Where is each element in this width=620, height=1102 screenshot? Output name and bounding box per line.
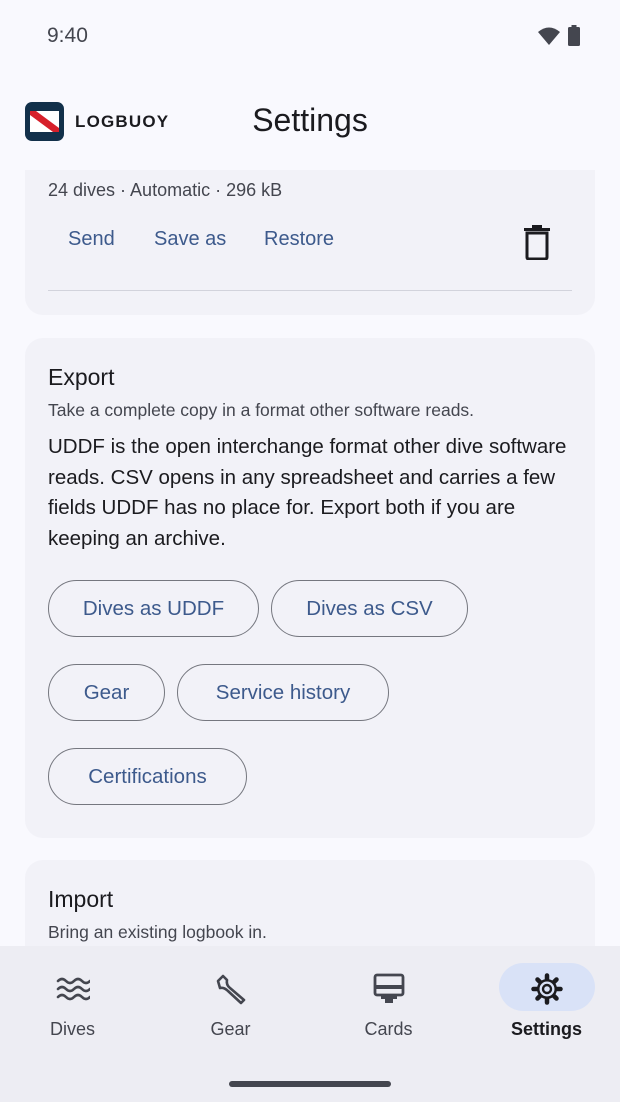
export-card: Export Take a complete copy in a format … — [25, 338, 595, 838]
export-title: Export — [48, 364, 115, 390]
app-bar: LOGBUOY Settings — [0, 72, 620, 170]
save-as-button[interactable]: Save as — [154, 228, 226, 251]
export-service-history-button[interactable]: Service history — [177, 664, 389, 721]
home-indicator[interactable] — [229, 1081, 391, 1087]
card-icon — [372, 972, 406, 1006]
divider — [48, 290, 572, 291]
nav-item-settings[interactable]: Settings — [469, 946, 620, 1056]
wrench-icon — [214, 972, 248, 1006]
nav-item-dives[interactable]: Dives — [0, 946, 150, 1056]
gear-icon — [530, 972, 564, 1006]
export-description: UDDF is the open interchange format othe… — [48, 435, 567, 550]
battery-icon — [568, 25, 580, 46]
export-subtitle: Take a complete copy in a format other s… — [48, 400, 475, 420]
export-dives-csv-button[interactable]: Dives as CSV — [271, 580, 468, 637]
backup-card: 24 dives · Automatic · 296 kB Send Save … — [25, 170, 595, 315]
nav-label-cards: Cards — [364, 1019, 413, 1039]
nav-label-settings: Settings — [510, 1019, 582, 1039]
bottom-navigation: Dives Gear Cards Settings — [0, 946, 620, 1102]
status-time: 9:40 — [47, 24, 88, 47]
trash-icon[interactable] — [522, 224, 552, 260]
wifi-icon — [538, 27, 560, 45]
export-dives-uddf-button[interactable]: Dives as UDDF — [48, 580, 259, 637]
import-card: Import Bring an existing logbook in. — [25, 860, 595, 946]
nav-label-gear: Gear — [210, 1019, 251, 1039]
export-gear-button[interactable]: Gear — [48, 664, 165, 721]
waves-icon — [56, 972, 90, 1006]
status-icons — [538, 25, 580, 46]
restore-button[interactable]: Restore — [264, 228, 334, 251]
nav-item-cards[interactable]: Cards — [311, 946, 466, 1056]
page-title: Settings — [252, 102, 368, 138]
backup-meta: 24 dives · Automatic · 296 kB — [48, 180, 283, 200]
import-title: Import — [48, 886, 114, 912]
settings-content[interactable]: 24 dives · Automatic · 296 kB Send Save … — [0, 170, 620, 946]
export-certifications-button[interactable]: Certifications — [48, 748, 247, 805]
import-subtitle: Bring an existing logbook in. — [48, 922, 267, 942]
nav-label-dives: Dives — [49, 1019, 95, 1039]
send-button[interactable]: Send — [68, 228, 115, 251]
nav-item-gear[interactable]: Gear — [153, 946, 308, 1056]
status-bar: 9:40 — [0, 0, 620, 72]
